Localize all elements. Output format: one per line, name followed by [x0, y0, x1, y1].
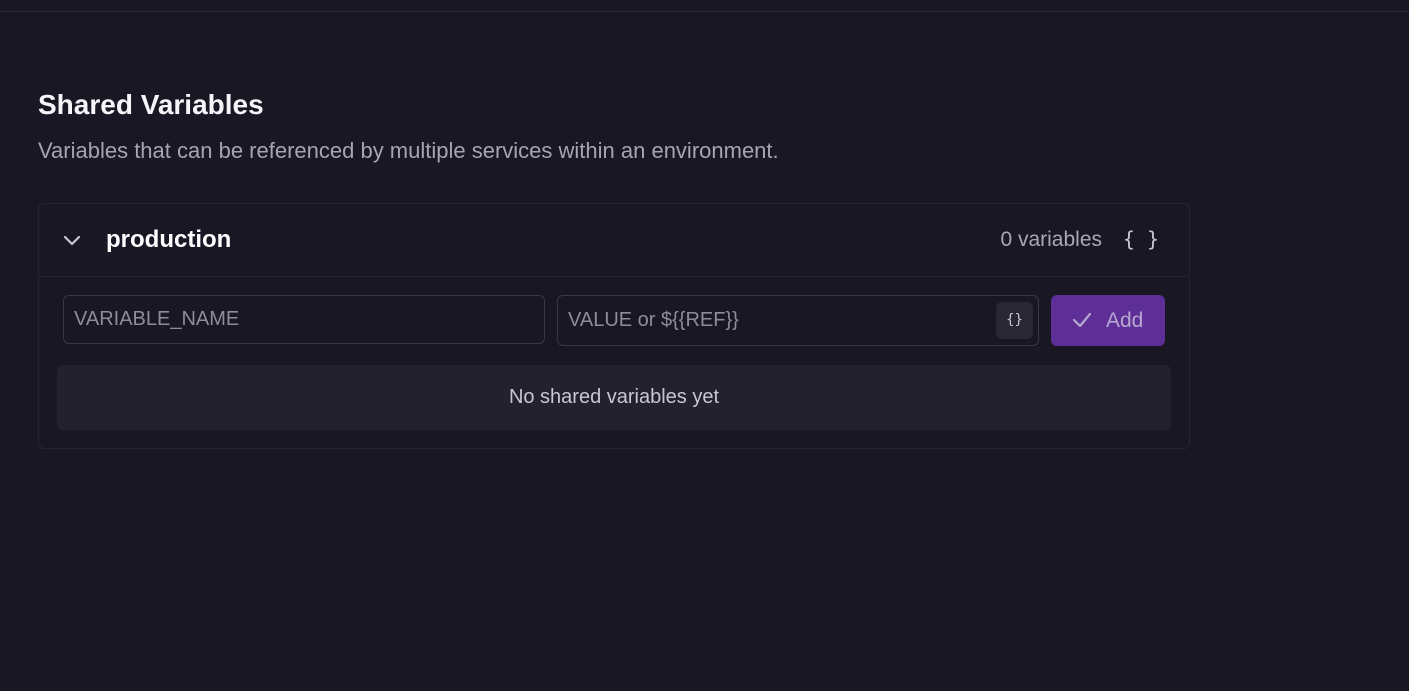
shared-variables-section: Shared Variables Variables that can be r…	[38, 86, 1190, 166]
variable-name-field	[63, 295, 545, 344]
page-title: Shared Variables	[38, 89, 264, 120]
braces-icon: {}	[1006, 312, 1023, 328]
environment-name: production	[106, 226, 232, 253]
empty-state: No shared variables yet	[57, 365, 1171, 430]
new-variable-form: {} Add	[63, 295, 1165, 346]
add-variable-button[interactable]: Add	[1051, 295, 1165, 346]
check-icon	[1072, 312, 1092, 328]
top-divider	[0, 11, 1409, 12]
empty-state-message: No shared variables yet	[508, 386, 720, 408]
chevron-down-icon[interactable]	[61, 229, 83, 251]
reference-picker-button[interactable]: {}	[996, 302, 1033, 339]
environment-header[interactable]: production 0 variables { }	[39, 204, 1189, 277]
page-subtitle: Variables that can be referenced by mult…	[38, 138, 779, 163]
variable-value-input[interactable]	[558, 296, 1038, 345]
variable-value-field: {}	[557, 295, 1039, 346]
add-button-label: Add	[1106, 309, 1144, 332]
variable-count: 0 variables	[1000, 228, 1102, 251]
environment-panel: production 0 variables { } {} Add No sha…	[38, 203, 1190, 449]
braces-icon[interactable]: { }	[1123, 224, 1159, 254]
variable-name-input[interactable]	[64, 296, 544, 343]
